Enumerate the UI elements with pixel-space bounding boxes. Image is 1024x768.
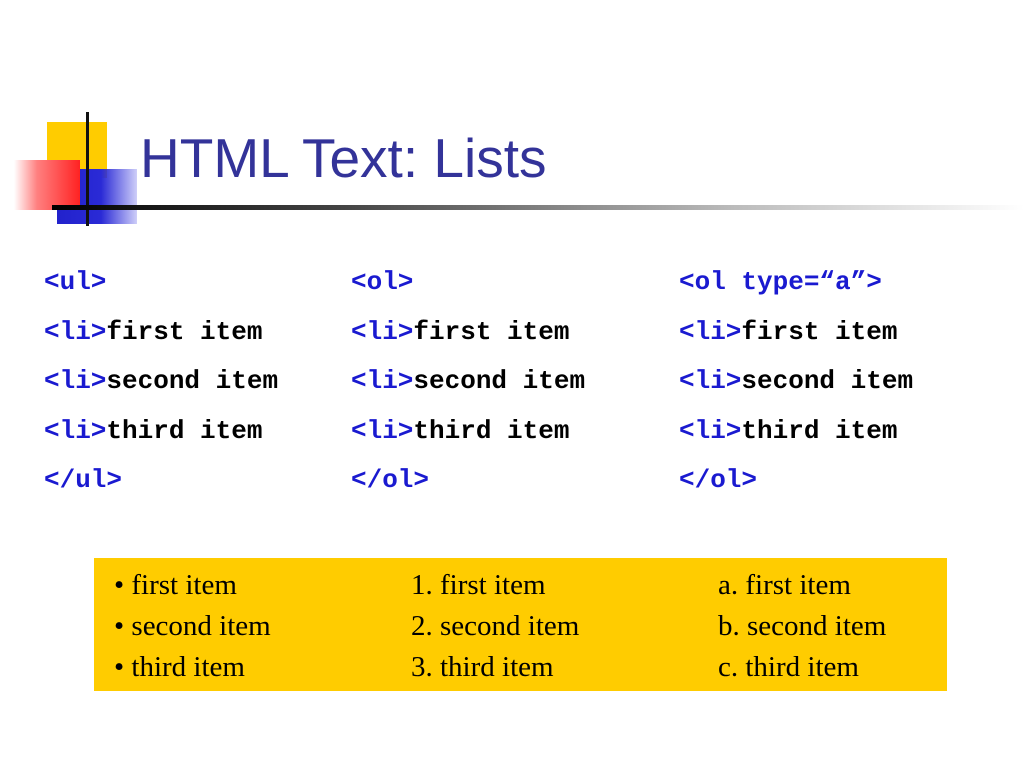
code-li-tag: <li> bbox=[44, 366, 107, 396]
code-line-close: </ol> bbox=[351, 456, 585, 506]
code-item-text: second item bbox=[413, 366, 586, 396]
rendered-list-item: 2. second item bbox=[411, 610, 580, 642]
code-close-tag: </ol> bbox=[679, 465, 758, 495]
code-li-tag: <li> bbox=[44, 316, 107, 347]
code-line-close: </ul> bbox=[44, 456, 278, 506]
code-line-item: <li>first item bbox=[679, 308, 913, 358]
code-item-text: first item bbox=[106, 316, 263, 347]
code-line-item: <li>first item bbox=[351, 308, 585, 358]
code-line-item: <li>first item bbox=[44, 308, 278, 358]
code-line-item: <li>third item bbox=[351, 407, 585, 457]
rendered-lettered-list: a. first item b. second item c. third it… bbox=[718, 565, 886, 688]
code-line-open: <ol> bbox=[351, 258, 585, 308]
slide: HTML Text: Lists <ul> <li>first item <li… bbox=[0, 0, 1024, 768]
code-column-ol-type-a: <ol type=“a”> <li>first item <li>second … bbox=[679, 258, 913, 506]
rendered-list-item: • first item bbox=[114, 569, 237, 601]
code-item-text: third item bbox=[413, 415, 570, 446]
code-line-item: <li>second item bbox=[679, 357, 913, 407]
code-item-text: second item bbox=[106, 366, 279, 396]
code-li-tag: <li> bbox=[351, 366, 414, 396]
code-item-text: first item bbox=[741, 316, 898, 347]
code-close-tag: </ol> bbox=[351, 465, 430, 495]
code-item-text: third item bbox=[741, 415, 898, 446]
title-underline bbox=[52, 205, 1024, 210]
code-item-text: first item bbox=[413, 316, 570, 347]
code-column-ol: <ol> <li>first item <li>second item <li>… bbox=[351, 258, 585, 506]
code-line-close: </ol> bbox=[679, 456, 913, 506]
code-line-item: <li>third item bbox=[679, 407, 913, 457]
code-item-text: second item bbox=[741, 366, 914, 396]
slide-title: HTML Text: Lists bbox=[140, 127, 547, 189]
code-column-ul: <ul> <li>first item <li>second item <li>… bbox=[44, 258, 278, 506]
rendered-list-item: a. first item bbox=[718, 569, 851, 601]
code-line-item: <li>second item bbox=[44, 357, 278, 407]
rendered-list-item: • second item bbox=[114, 610, 271, 642]
code-line-open: <ol type=“a”> bbox=[679, 258, 913, 308]
rendered-list-item: • third item bbox=[114, 651, 245, 683]
code-li-tag: <li> bbox=[679, 316, 742, 347]
code-open-tag: <ol type=“a”> bbox=[679, 267, 882, 297]
code-line-open: <ul> bbox=[44, 258, 278, 308]
rendered-output-box: • first item • second item • third item … bbox=[94, 558, 947, 691]
rendered-bullet-list: • first item • second item • third item bbox=[114, 565, 271, 688]
code-li-tag: <li> bbox=[351, 415, 414, 446]
rendered-list-item: 1. first item bbox=[411, 569, 546, 601]
rendered-numbered-list: 1. first item 2. second item 3. third it… bbox=[411, 565, 579, 688]
code-li-tag: <li> bbox=[44, 415, 107, 446]
rendered-list-item: b. second item bbox=[718, 610, 887, 642]
rendered-list-item: 3. third item bbox=[411, 651, 554, 683]
code-close-tag: </ul> bbox=[44, 465, 123, 495]
code-line-item: <li>second item bbox=[351, 357, 585, 407]
code-li-tag: <li> bbox=[351, 316, 414, 347]
code-open-tag: <ol> bbox=[351, 267, 414, 297]
logo-red-square bbox=[14, 160, 80, 210]
code-li-tag: <li> bbox=[679, 366, 742, 396]
code-line-item: <li>third item bbox=[44, 407, 278, 457]
code-li-tag: <li> bbox=[679, 415, 742, 446]
code-item-text: third item bbox=[106, 415, 263, 446]
code-open-tag: <ul> bbox=[44, 267, 107, 297]
rendered-list-item: c. third item bbox=[718, 651, 859, 683]
